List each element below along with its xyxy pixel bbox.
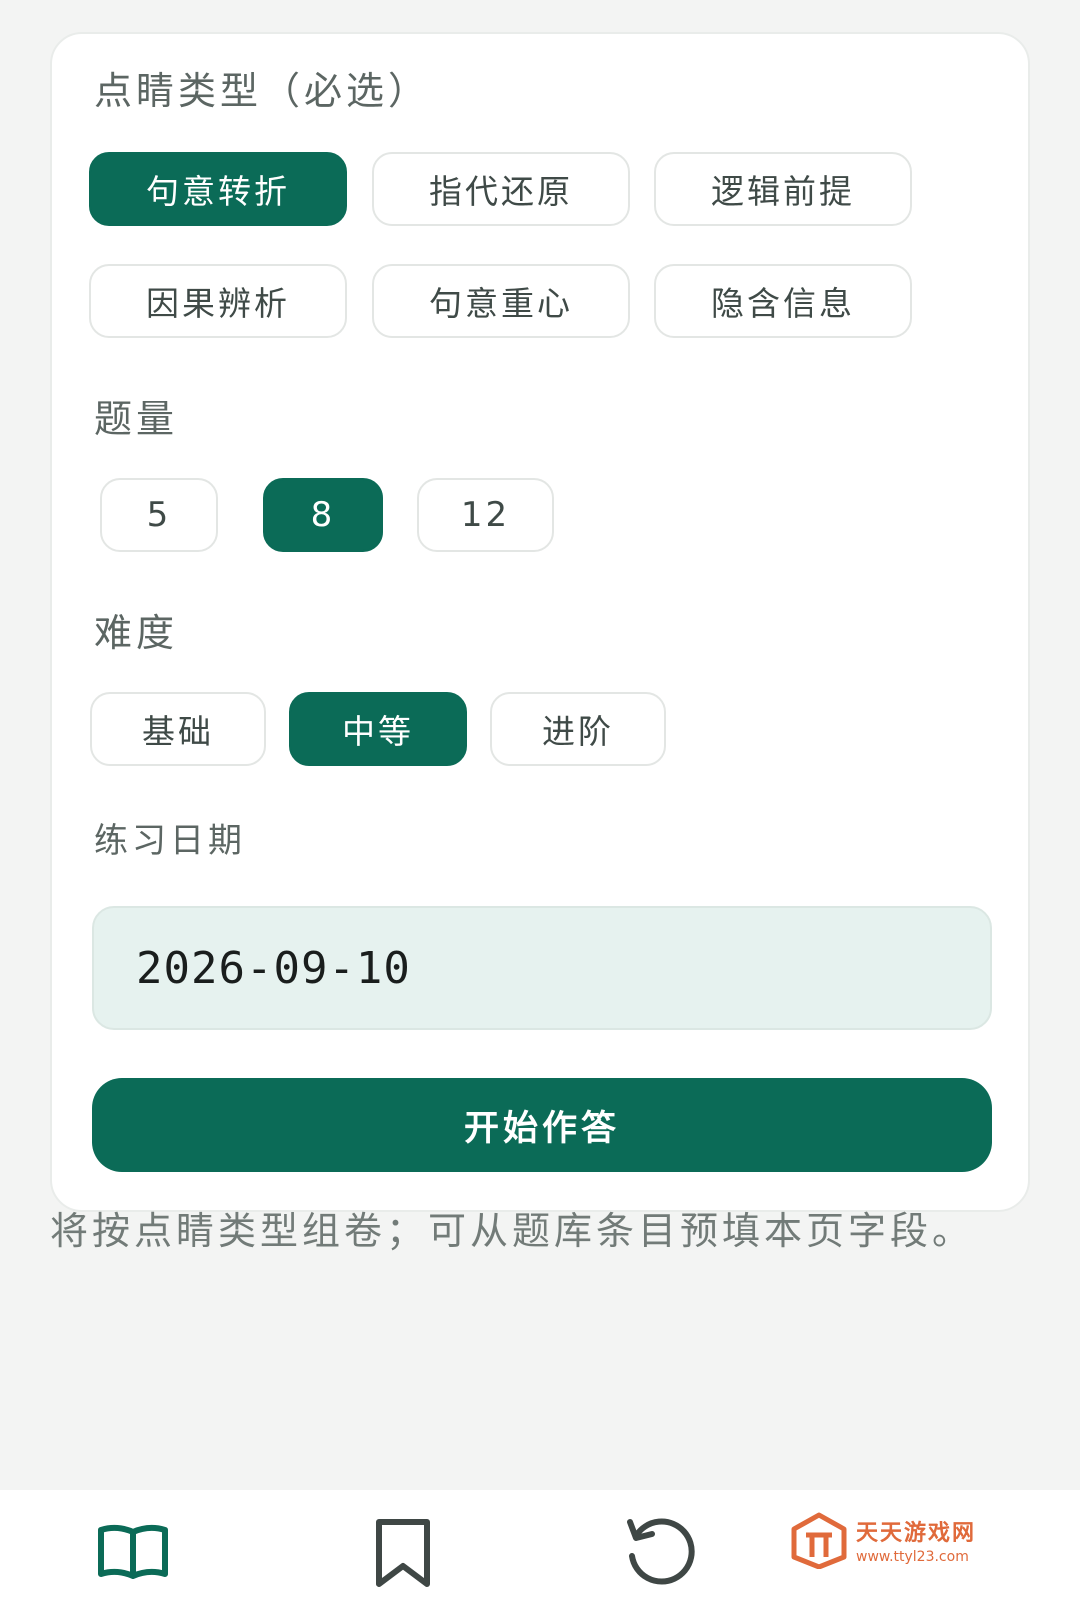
difficulty-chip-basic[interactable]: 基础 xyxy=(90,692,266,766)
start-answer-button[interactable]: 开始作答 xyxy=(92,1078,992,1172)
type-chip-cause-effect[interactable]: 因果辨析 xyxy=(89,264,347,338)
difficulty-chip-medium[interactable]: 中等 xyxy=(289,692,467,766)
type-chip-reference-restore[interactable]: 指代还原 xyxy=(372,152,630,226)
practice-setup-card: 点睛类型（必选） 句意转折 指代还原 逻辑前提 因果辨析 句意重心 隐含信息 题… xyxy=(50,32,1030,1212)
book-open-icon[interactable] xyxy=(95,1514,171,1590)
history-icon[interactable] xyxy=(622,1514,698,1590)
date-section-label: 练习日期 xyxy=(94,821,246,861)
practice-date-input[interactable]: 2026-09-10 xyxy=(92,906,992,1030)
watermark-title: 天天游戏网 xyxy=(856,1521,977,1546)
watermark-logo-icon xyxy=(791,1512,847,1569)
type-chip-logic-premise[interactable]: 逻辑前提 xyxy=(654,152,912,226)
bookmark-icon[interactable] xyxy=(365,1514,441,1590)
type-chip-sentence-focus[interactable]: 句意重心 xyxy=(372,264,630,338)
difficulty-chip-advanced[interactable]: 进阶 xyxy=(490,692,666,766)
hint-text: 将按点睛类型组卷；可从题库条目预填本页字段。 xyxy=(50,1209,975,1253)
type-chip-sentence-turn[interactable]: 句意转折 xyxy=(89,152,347,226)
count-section-label: 题量 xyxy=(94,397,179,441)
count-chip-5[interactable]: 5 xyxy=(100,478,218,552)
difficulty-section-label: 难度 xyxy=(94,611,179,655)
type-chip-implicit-info[interactable]: 隐含信息 xyxy=(654,264,912,338)
count-chip-8[interactable]: 8 xyxy=(263,478,383,552)
watermark: 天天游戏网 www.ttyl23.com xyxy=(790,1505,1020,1575)
type-section-label: 点睛类型（必选） xyxy=(94,69,431,113)
count-chip-12[interactable]: 12 xyxy=(417,478,554,552)
watermark-url: www.ttyl23.com xyxy=(856,1549,969,1565)
